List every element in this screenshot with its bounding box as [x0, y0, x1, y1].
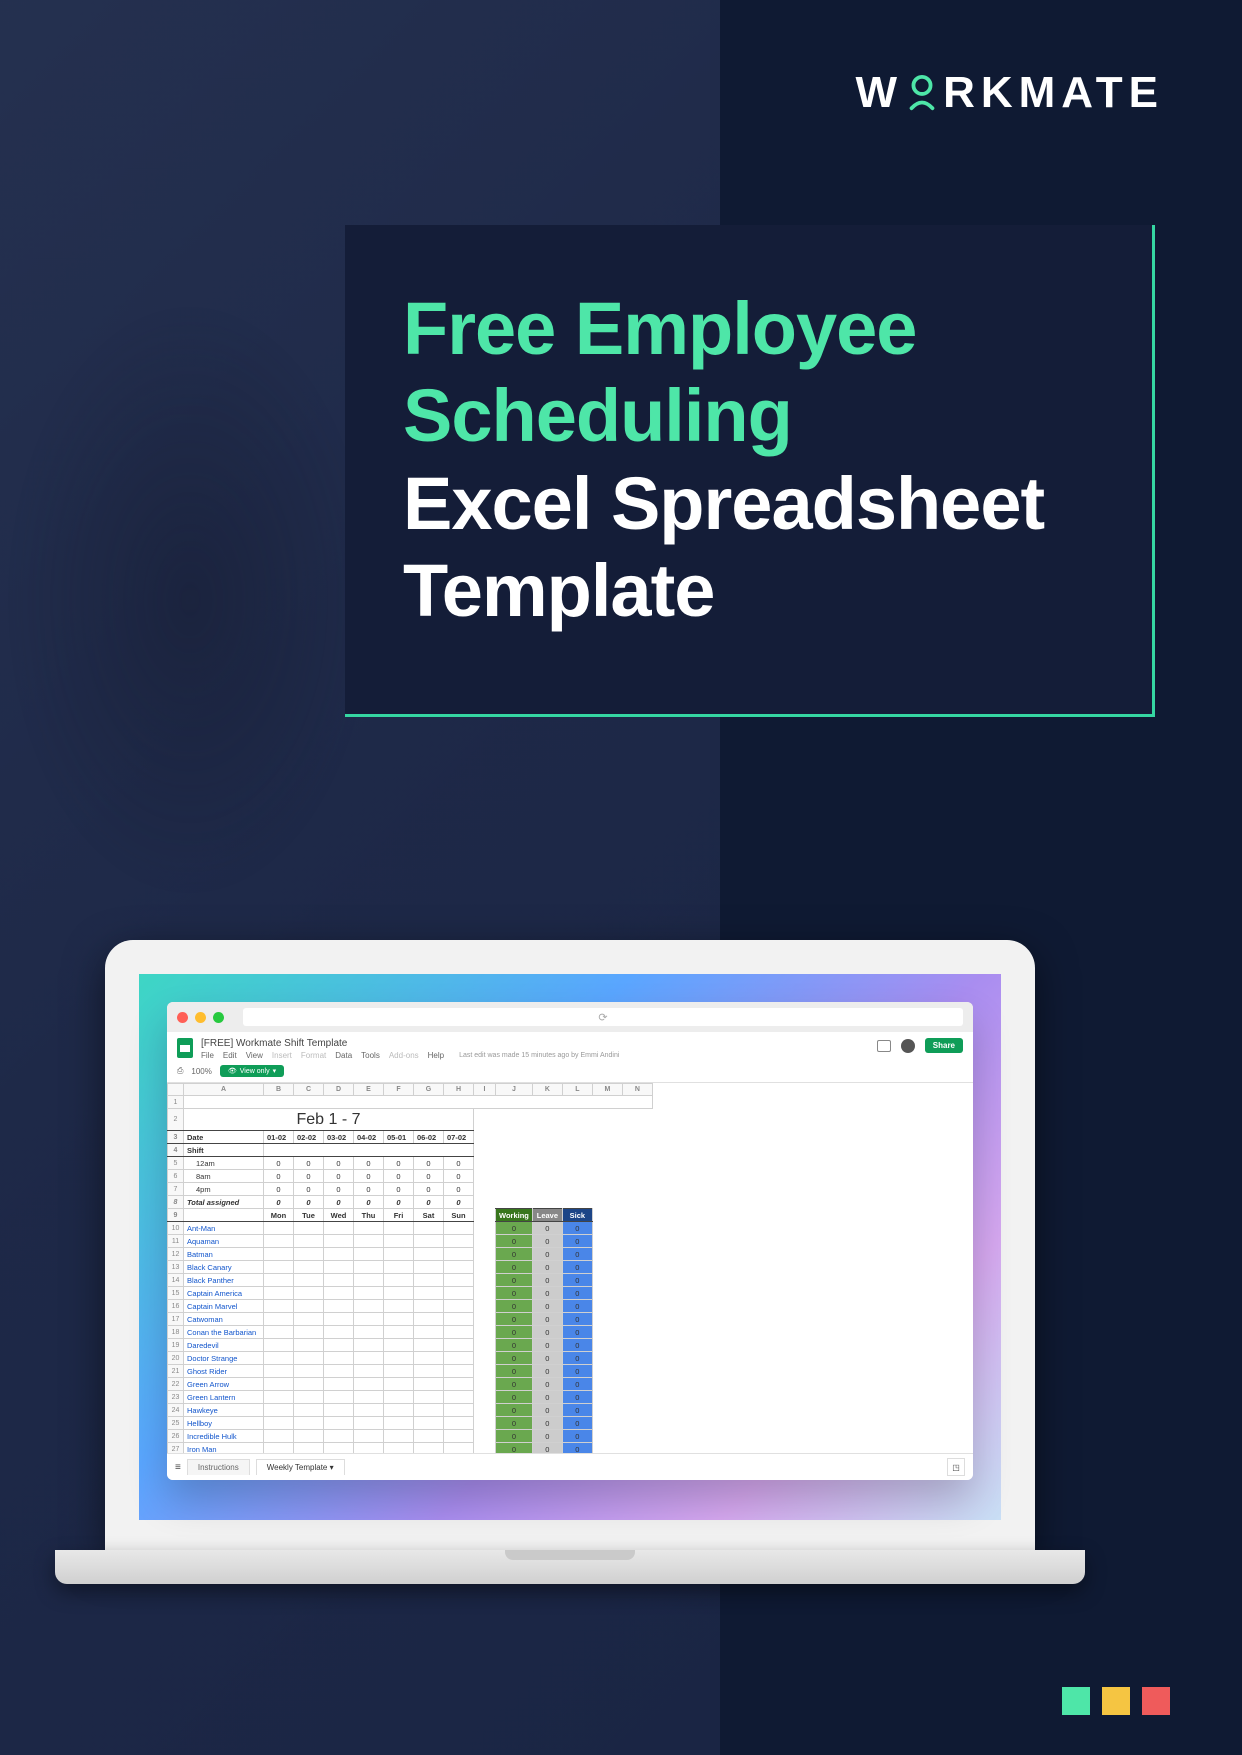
- browser-window: ⟳ [FREE] Workmate Shift Template File Ed…: [167, 1002, 973, 1480]
- employee-name[interactable]: Aquaman: [184, 1235, 264, 1248]
- avatar[interactable]: [901, 1039, 915, 1053]
- share-button[interactable]: Share: [925, 1038, 963, 1053]
- table-row: 24Hawkeye000: [168, 1404, 653, 1417]
- employee-name[interactable]: Black Panther: [184, 1274, 264, 1287]
- menu-format: Format: [301, 1051, 326, 1060]
- menu-bar: File Edit View Insert Format Data Tools …: [201, 1051, 869, 1060]
- employee-name[interactable]: Hawkeye: [184, 1404, 264, 1417]
- explore-button[interactable]: ◳: [947, 1458, 965, 1476]
- title-line1: Free Employee Scheduling: [403, 287, 916, 457]
- menu-addons: Add-ons: [389, 1051, 419, 1060]
- laptop-screen: ⟳ [FREE] Workmate Shift Template File Ed…: [105, 940, 1035, 1550]
- menu-help[interactable]: Help: [428, 1051, 444, 1060]
- employee-name[interactable]: Daredevil: [184, 1339, 264, 1352]
- print-icon[interactable]: ⎙: [177, 1066, 183, 1076]
- toolbar: ⎙ 100% 👁 View only ▾: [167, 1062, 973, 1083]
- laptop-base: [55, 1550, 1085, 1584]
- zoom-value[interactable]: 100%: [191, 1067, 211, 1076]
- indicator-green: [1062, 1687, 1090, 1715]
- table-row: 12Batman000: [168, 1248, 653, 1261]
- employee-name[interactable]: Iron Man: [184, 1443, 264, 1454]
- sheets-header: [FREE] Workmate Shift Template File Edit…: [167, 1032, 973, 1062]
- table-row: 16Captain Marvel000: [168, 1300, 653, 1313]
- employee-name[interactable]: Green Lantern: [184, 1391, 264, 1404]
- brand-right: RKMATE: [943, 68, 1164, 118]
- indicator-yellow: [1102, 1687, 1130, 1715]
- maximize-icon[interactable]: [213, 1012, 224, 1023]
- view-only-pill[interactable]: 👁 View only ▾: [220, 1065, 284, 1077]
- table-row: 19Daredevil000: [168, 1339, 653, 1352]
- employee-name[interactable]: Conan the Barbarian: [184, 1326, 264, 1339]
- comment-icon[interactable]: [877, 1040, 891, 1052]
- table-row: 20Doctor Strange000: [168, 1352, 653, 1365]
- employee-name[interactable]: Catwoman: [184, 1313, 264, 1326]
- employee-name[interactable]: Batman: [184, 1248, 264, 1261]
- laptop-mockup: ⟳ [FREE] Workmate Shift Template File Ed…: [105, 940, 1035, 1584]
- title-card: Free Employee Scheduling Excel Spreadshe…: [345, 225, 1155, 717]
- doc-title[interactable]: [FREE] Workmate Shift Template: [201, 1038, 869, 1049]
- table-row: 21Ghost Rider000: [168, 1365, 653, 1378]
- sheets-icon: [177, 1038, 193, 1058]
- table-row: 11Aquaman000: [168, 1235, 653, 1248]
- employee-name[interactable]: Green Arrow: [184, 1378, 264, 1391]
- menu-file[interactable]: File: [201, 1051, 214, 1060]
- employee-name[interactable]: Captain Marvel: [184, 1300, 264, 1313]
- table-row: 15Captain America000: [168, 1287, 653, 1300]
- table-row: 14Black Panther000: [168, 1274, 653, 1287]
- minimize-icon[interactable]: [195, 1012, 206, 1023]
- table-row: 27Iron Man000: [168, 1443, 653, 1454]
- table-row: 17Catwoman000: [168, 1313, 653, 1326]
- google-sheets-app: [FREE] Workmate Shift Template File Edit…: [167, 1032, 973, 1480]
- spreadsheet-grid[interactable]: A B C D E F G H I J: [167, 1083, 973, 1453]
- table-row: 13Black Canary000: [168, 1261, 653, 1274]
- footer-indicators: [1062, 1687, 1170, 1715]
- sheet-tabs: ≡ Instructions Weekly Template ▾ ◳: [167, 1453, 973, 1480]
- employee-name[interactable]: Ant-Man: [184, 1222, 264, 1235]
- table-row: 25Hellboy000: [168, 1417, 653, 1430]
- menu-view[interactable]: View: [246, 1051, 263, 1060]
- date-range: Feb 1 - 7: [184, 1109, 474, 1131]
- employee-name[interactable]: Black Canary: [184, 1261, 264, 1274]
- person-o-icon: [905, 74, 939, 112]
- table-row: 23Green Lantern000: [168, 1391, 653, 1404]
- tab-instructions[interactable]: Instructions: [187, 1459, 250, 1475]
- table-row: 22Green Arrow000: [168, 1378, 653, 1391]
- employee-name[interactable]: Incredible Hulk: [184, 1430, 264, 1443]
- employee-name[interactable]: Captain America: [184, 1287, 264, 1300]
- title-line2: Excel Spreadsheet Template: [403, 462, 1044, 632]
- menu-insert: Insert: [272, 1051, 292, 1060]
- employee-name[interactable]: Hellboy: [184, 1417, 264, 1430]
- screen-wallpaper: ⟳ [FREE] Workmate Shift Template File Ed…: [139, 974, 1001, 1520]
- reload-icon[interactable]: ⟳: [598, 1011, 607, 1024]
- url-bar[interactable]: ⟳: [243, 1008, 963, 1026]
- eye-icon: 👁: [228, 1067, 237, 1075]
- menu-edit[interactable]: Edit: [223, 1051, 237, 1060]
- indicator-red: [1142, 1687, 1170, 1715]
- tab-weekly-template[interactable]: Weekly Template ▾: [256, 1459, 345, 1475]
- employee-name[interactable]: Ghost Rider: [184, 1365, 264, 1378]
- sheets-title-wrap: [FREE] Workmate Shift Template File Edit…: [201, 1038, 869, 1060]
- brand-logo: W RKMATE: [856, 68, 1164, 118]
- sheet-table: A B C D E F G H I J: [167, 1083, 653, 1453]
- browser-title-bar: ⟳: [167, 1002, 973, 1032]
- employee-name[interactable]: Doctor Strange: [184, 1352, 264, 1365]
- table-row: 10Ant-Man000: [168, 1222, 653, 1235]
- page-title: Free Employee Scheduling Excel Spreadshe…: [403, 285, 1094, 634]
- table-row: 26Incredible Hulk000: [168, 1430, 653, 1443]
- brand-left: W: [856, 68, 904, 118]
- all-sheets-icon[interactable]: ≡: [175, 1462, 181, 1473]
- menu-tools[interactable]: Tools: [361, 1051, 380, 1060]
- last-edit-info: Last edit was made 15 minutes ago by Emm…: [459, 1052, 619, 1059]
- menu-data[interactable]: Data: [335, 1051, 352, 1060]
- table-row: 18Conan the Barbarian000: [168, 1326, 653, 1339]
- page-root: W RKMATE Free Employee Scheduling Excel …: [0, 0, 1242, 1755]
- header-right: Share: [877, 1038, 963, 1053]
- close-icon[interactable]: [177, 1012, 188, 1023]
- chevron-down-icon: ▾: [273, 1067, 277, 1075]
